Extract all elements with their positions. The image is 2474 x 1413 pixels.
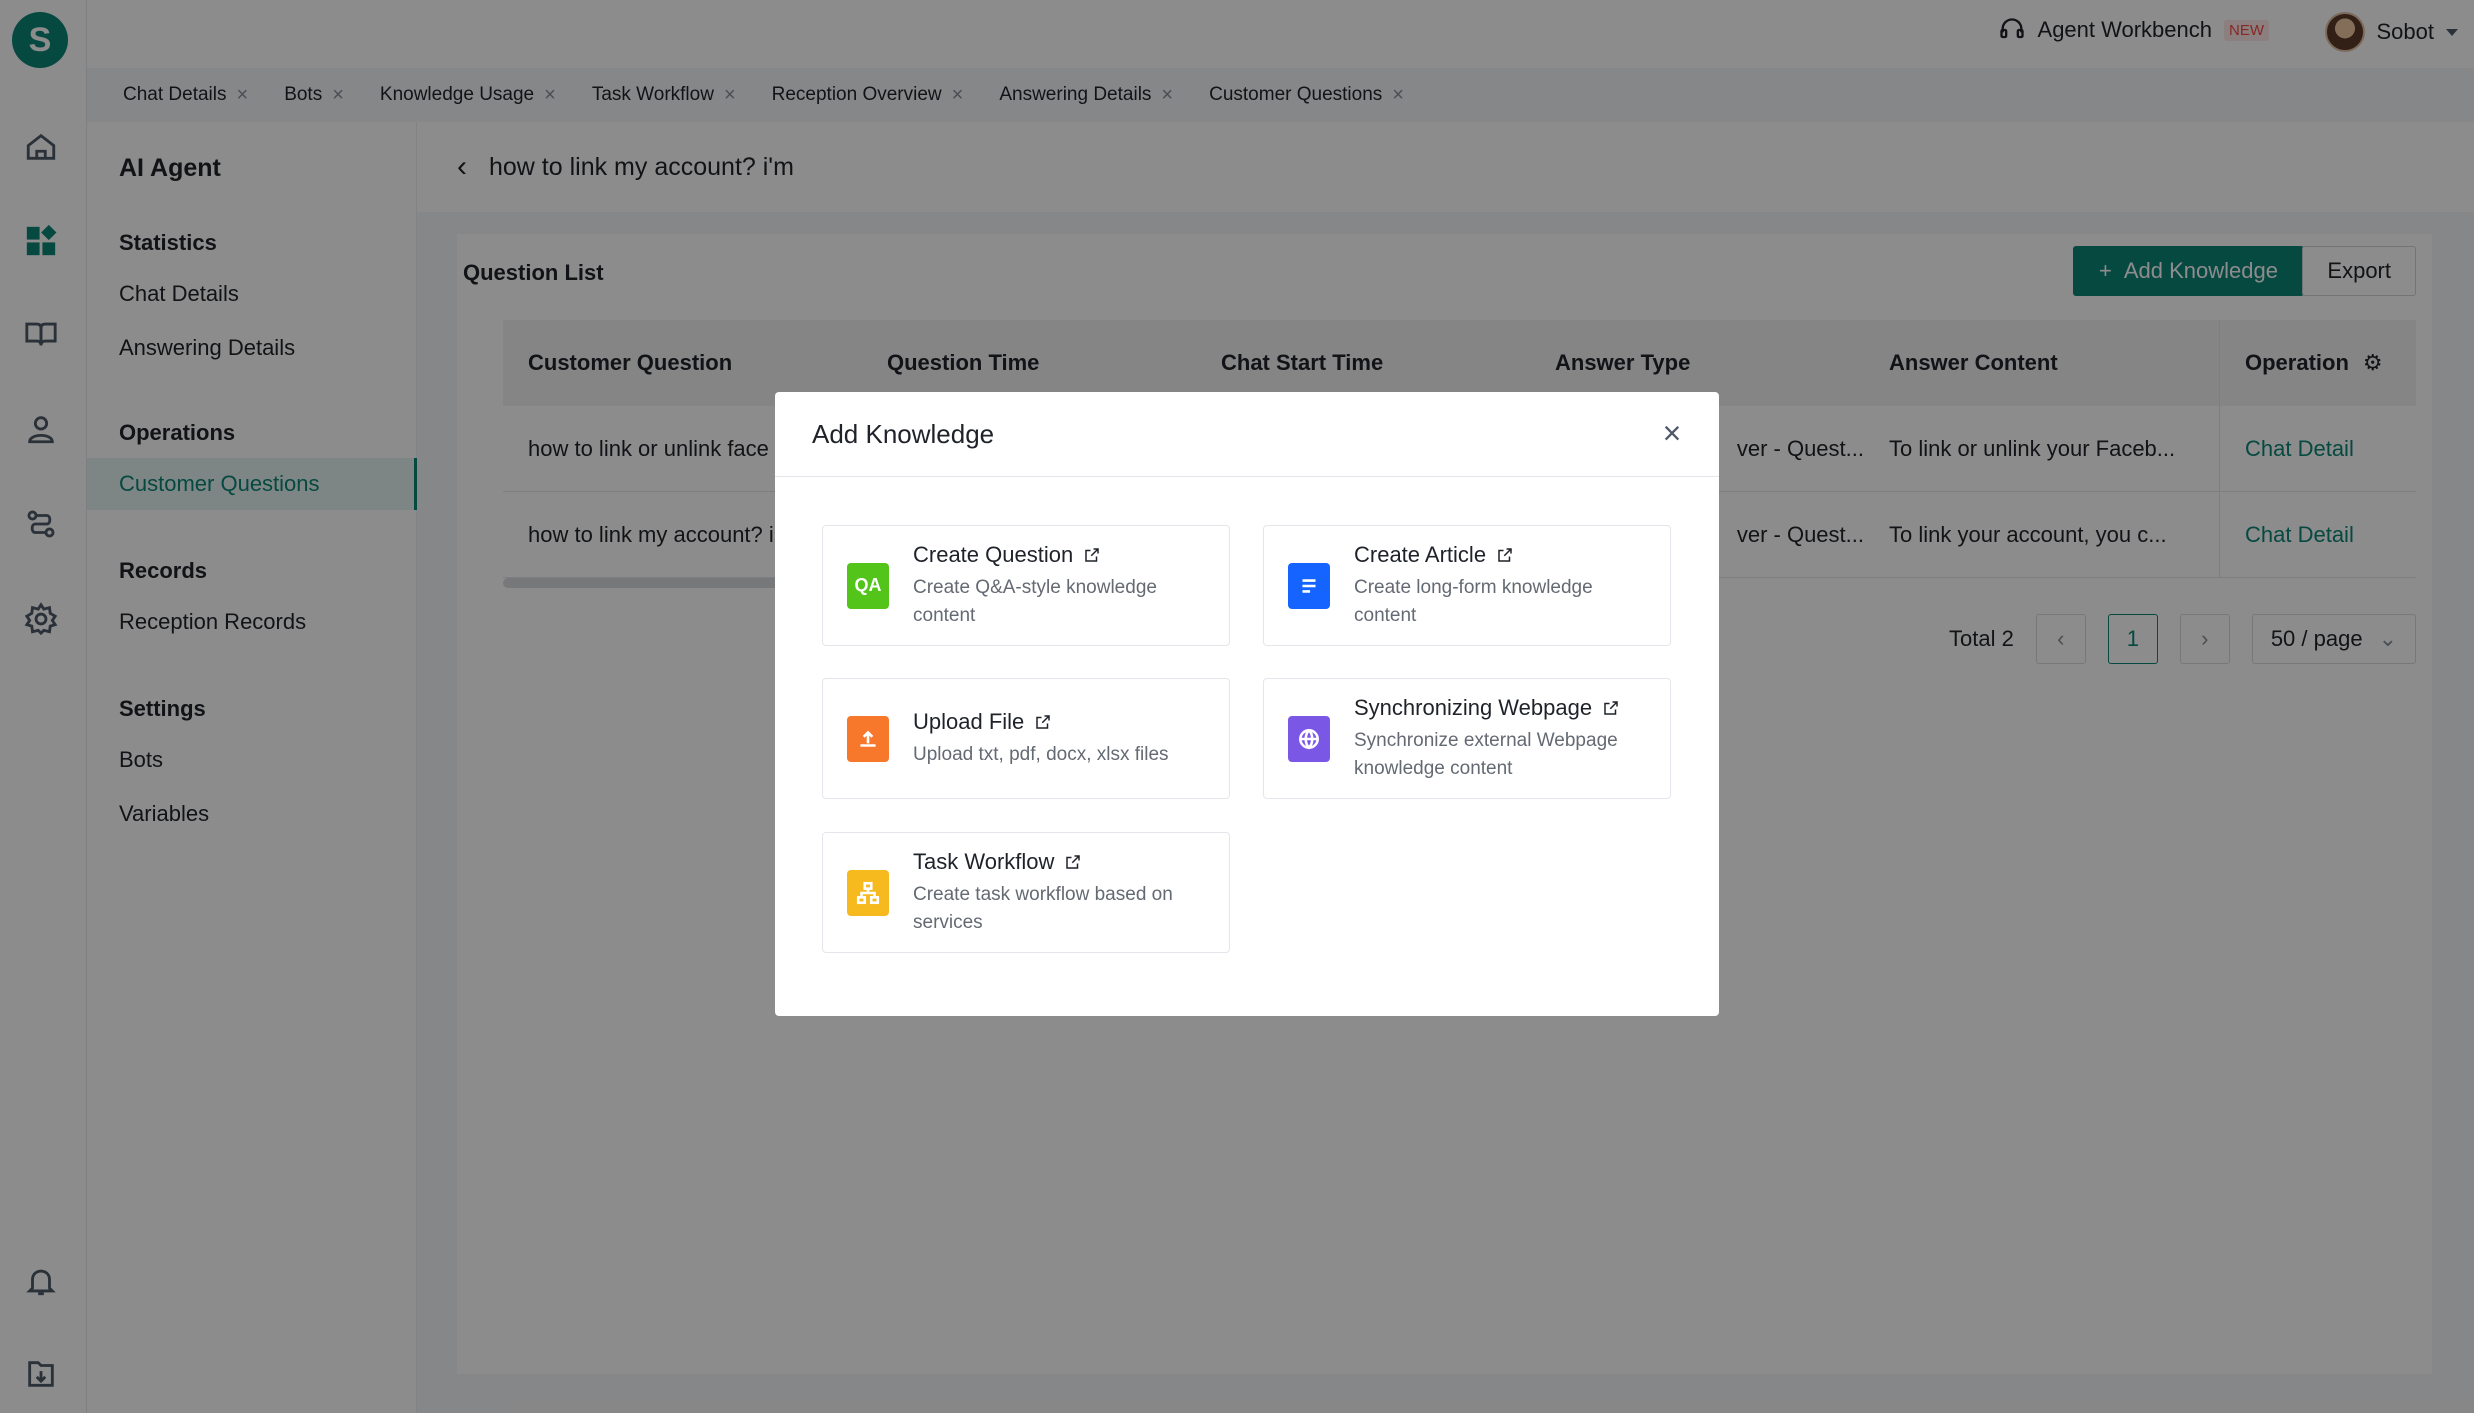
external-link-icon bbox=[1604, 700, 1618, 715]
external-link-icon bbox=[1085, 547, 1099, 562]
upload-file-option[interactable]: Upload File Upload txt, pdf, docx, xlsx … bbox=[822, 678, 1230, 799]
option-description: Create Q&A-style knowledge content bbox=[913, 576, 1157, 626]
option-description: Create task workflow based on services bbox=[913, 883, 1173, 933]
external-link-icon bbox=[1036, 714, 1051, 729]
workflow-tree-icon bbox=[847, 869, 889, 916]
option-title: Create Article bbox=[1354, 541, 1487, 567]
option-description: Upload txt, pdf, docx, xlsx files bbox=[913, 743, 1169, 765]
external-link-icon bbox=[1066, 854, 1081, 869]
option-description: Create long-form knowledge content bbox=[1354, 576, 1593, 626]
option-title: Synchronizing Webpage bbox=[1354, 694, 1593, 720]
option-title: Task Workflow bbox=[913, 848, 1055, 874]
create-question-option[interactable]: QA Create Question Create Q&A-style know… bbox=[822, 525, 1230, 646]
article-icon bbox=[1288, 562, 1330, 609]
modal-title: Add Knowledge bbox=[775, 392, 1719, 477]
upload-file-icon bbox=[847, 715, 889, 762]
option-title: Create Question bbox=[913, 541, 1074, 567]
option-title: Upload File bbox=[913, 708, 1025, 734]
create-article-option[interactable]: Create Article Create long-form knowledg… bbox=[1263, 525, 1671, 646]
globe-icon bbox=[1288, 715, 1330, 762]
synchronizing-webpage-option[interactable]: Synchronizing Webpage Synchronize extern… bbox=[1263, 678, 1671, 799]
qa-icon: QA bbox=[847, 562, 889, 609]
task-workflow-option[interactable]: Task Workflow Create task workflow based… bbox=[822, 832, 1230, 953]
external-link-icon bbox=[1498, 547, 1512, 562]
close-icon[interactable]: × bbox=[1655, 415, 1689, 451]
option-description: Synchronize external Webpage knowledge c… bbox=[1354, 729, 1618, 779]
add-knowledge-modal: Add Knowledge × QA Create Question Creat… bbox=[775, 392, 1719, 1016]
